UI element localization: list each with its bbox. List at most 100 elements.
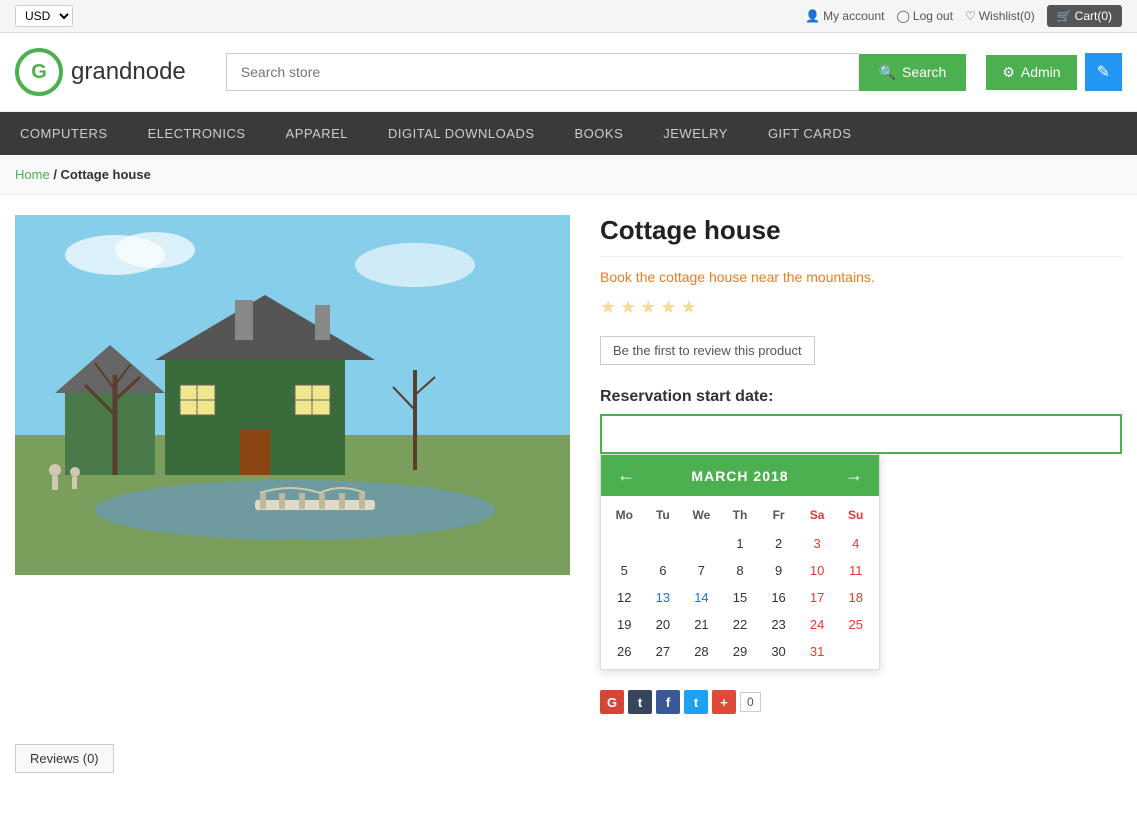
product-rating: ★ ★ ★ ★ ★ — [600, 297, 1122, 318]
day-tu: Tu — [644, 504, 683, 526]
heart-icon: ♡ — [965, 9, 976, 23]
calendar-day[interactable]: 24 — [798, 611, 837, 638]
currency-selector[interactable]: USD EUR GBP — [15, 5, 73, 27]
breadcrumb: Home / Cottage house — [0, 155, 1137, 195]
calendar-day[interactable]: 14 — [682, 584, 721, 611]
calendar-day[interactable]: 5 — [605, 557, 644, 584]
calendar-day[interactable]: 2 — [759, 530, 798, 557]
wishlist-link[interactable]: ♡ Wishlist(0) — [965, 9, 1035, 23]
breadcrumb-separator: / — [53, 167, 60, 182]
share-twitter-button[interactable]: t — [684, 690, 708, 714]
star-1[interactable]: ★ — [600, 297, 616, 318]
reservation-label: Reservation start date: — [600, 388, 1122, 406]
calendar-day[interactable]: 11 — [836, 557, 875, 584]
calendar-day[interactable]: 8 — [721, 557, 760, 584]
nav-item-apparel[interactable]: APPAREL — [266, 112, 369, 155]
product-title: Cottage house — [600, 215, 1122, 257]
day-th: Th — [721, 504, 760, 526]
calendar-day[interactable]: 23 — [759, 611, 798, 638]
logout-link[interactable]: ◯ Log out — [896, 9, 952, 23]
nav-item-books[interactable]: BOOKS — [555, 112, 644, 155]
calendar-day[interactable]: 13 — [644, 584, 683, 611]
calendar: ← MARCH 2018 → Mo Tu We Th Fr Sa Su 1234… — [600, 454, 880, 670]
calendar-day[interactable]: 27 — [644, 638, 683, 665]
first-review-button[interactable]: Be the first to review this product — [600, 336, 815, 365]
edit-icon: ✎ — [1097, 64, 1110, 81]
calendar-day — [644, 530, 683, 557]
cart-link[interactable]: 🛒 Cart(0) — [1047, 5, 1122, 27]
calendar-day[interactable]: 28 — [682, 638, 721, 665]
search-icon: 🔍 — [879, 64, 896, 81]
calendar-day[interactable]: 9 — [759, 557, 798, 584]
calendar-day[interactable]: 10 — [798, 557, 837, 584]
calendar-day[interactable]: 31 — [798, 638, 837, 665]
header-actions: ⚙ Admin ✎ — [986, 53, 1122, 91]
calendar-day[interactable]: 4 — [836, 530, 875, 557]
cart-icon: 🛒 — [1057, 9, 1072, 23]
calendar-day[interactable]: 7 — [682, 557, 721, 584]
calendar-day[interactable]: 17 — [798, 584, 837, 611]
nav-item-gift-cards[interactable]: GIFT CARDS — [748, 112, 872, 155]
star-2[interactable]: ★ — [620, 297, 636, 318]
gear-icon: ⚙ — [1002, 64, 1015, 81]
logo-text: grandnode — [71, 58, 186, 86]
calendar-day[interactable]: 29 — [721, 638, 760, 665]
main-nav: COMPUTERS ELECTRONICS APPAREL DIGITAL DO… — [0, 112, 1137, 155]
reservation-date-input[interactable] — [600, 414, 1122, 454]
share-icons: G t f t + 0 — [600, 690, 1122, 714]
calendar-day[interactable]: 26 — [605, 638, 644, 665]
calendar-day — [836, 638, 875, 665]
calendar-grid: Mo Tu We Th Fr Sa Su 1234567891011121314… — [601, 496, 879, 669]
top-bar-right: 👤 My account ◯ Log out ♡ Wishlist(0) 🛒 C… — [805, 5, 1122, 27]
my-account-link[interactable]: 👤 My account — [805, 9, 884, 23]
nav-item-jewelry[interactable]: JEWELRY — [643, 112, 748, 155]
calendar-header: ← MARCH 2018 → — [601, 455, 879, 496]
calendar-day[interactable]: 18 — [836, 584, 875, 611]
calendar-day[interactable]: 6 — [644, 557, 683, 584]
nav-item-digital-downloads[interactable]: DIGITAL DOWNLOADS — [368, 112, 554, 155]
user-icon: 👤 — [805, 9, 820, 23]
admin-button[interactable]: ⚙ Admin — [986, 55, 1076, 90]
day-we: We — [682, 504, 721, 526]
star-4[interactable]: ★ — [660, 297, 676, 318]
day-su: Su — [836, 504, 875, 526]
calendar-day[interactable]: 21 — [682, 611, 721, 638]
calendar-day[interactable]: 25 — [836, 611, 875, 638]
share-gmail-button[interactable]: G — [600, 690, 624, 714]
calendar-day — [682, 530, 721, 557]
calendar-days-header: Mo Tu We Th Fr Sa Su — [605, 500, 875, 530]
calendar-day[interactable]: 19 — [605, 611, 644, 638]
calendar-day[interactable]: 16 — [759, 584, 798, 611]
star-3[interactable]: ★ — [640, 297, 656, 318]
header: G grandnode 🔍 Search ⚙ Admin ✎ — [0, 33, 1137, 112]
calendar-day[interactable]: 20 — [644, 611, 683, 638]
calendar-prev-button[interactable]: ← — [611, 463, 641, 488]
calendar-day[interactable]: 1 — [721, 530, 760, 557]
product-details: Cottage house Book the cottage house nea… — [600, 215, 1122, 714]
share-facebook-button[interactable]: f — [656, 690, 680, 714]
breadcrumb-home[interactable]: Home — [15, 167, 50, 182]
logo-link[interactable]: G grandnode — [15, 48, 186, 96]
calendar-month-year: MARCH 2018 — [691, 468, 788, 484]
calendar-day[interactable]: 30 — [759, 638, 798, 665]
calendar-day[interactable]: 15 — [721, 584, 760, 611]
calendar-day[interactable]: 22 — [721, 611, 760, 638]
nav-item-electronics[interactable]: ELECTRONICS — [128, 112, 266, 155]
calendar-next-button[interactable]: → — [839, 463, 869, 488]
nav-item-computers[interactable]: COMPUTERS — [0, 112, 128, 155]
search-button[interactable]: 🔍 Search — [859, 54, 967, 91]
search-wrap: 🔍 Search — [226, 53, 967, 91]
calendar-day[interactable]: 12 — [605, 584, 644, 611]
reviews-tab[interactable]: Reviews (0) — [15, 744, 114, 773]
edit-button[interactable]: ✎ — [1085, 53, 1122, 91]
share-count: 0 — [740, 692, 761, 712]
calendar-day[interactable]: 3 — [798, 530, 837, 557]
search-input[interactable] — [226, 53, 859, 91]
share-googleplus-button[interactable]: + — [712, 690, 736, 714]
share-tumblr-button[interactable]: t — [628, 690, 652, 714]
top-bar: USD EUR GBP 👤 My account ◯ Log out ♡ Wis… — [0, 0, 1137, 33]
bottom-section: Reviews (0) — [0, 734, 1137, 793]
star-5[interactable]: ★ — [681, 297, 697, 318]
logo-icon: G — [15, 48, 63, 96]
top-bar-left: USD EUR GBP — [15, 5, 73, 27]
